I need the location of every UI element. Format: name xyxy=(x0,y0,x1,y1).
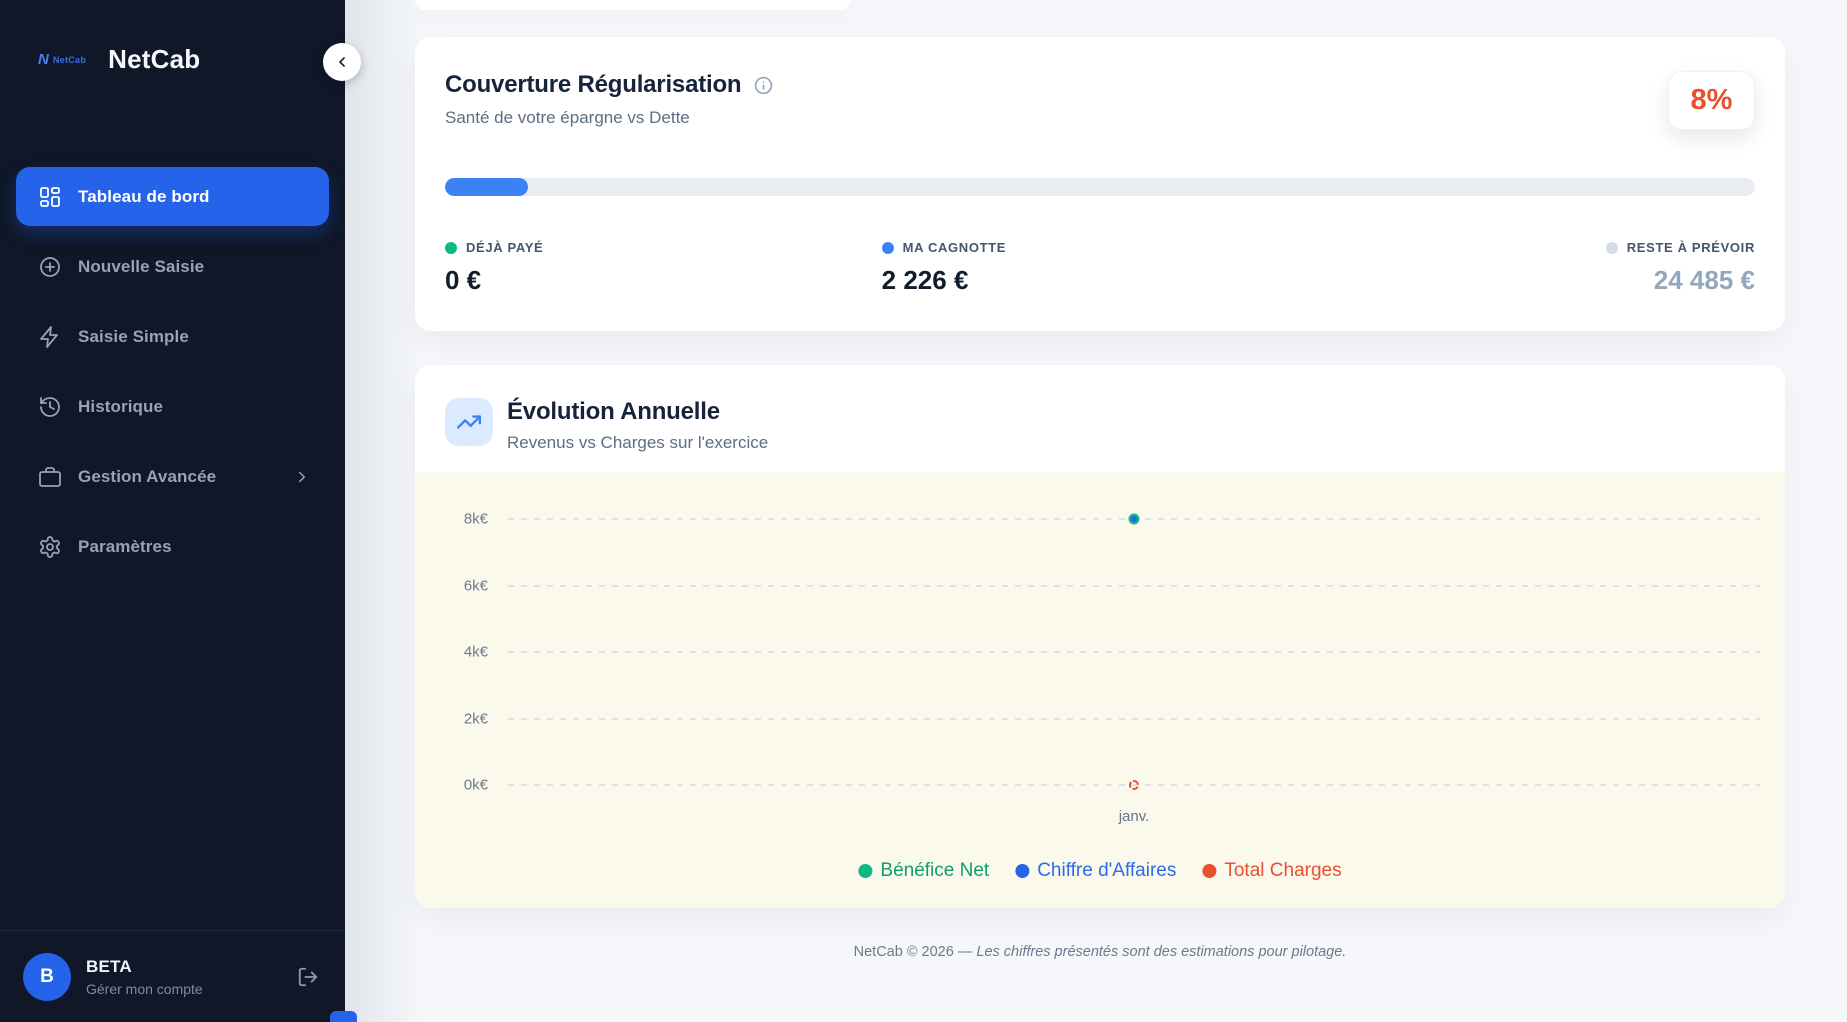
chart-plot: Bénéfice Net Chiffre d'Affaires Total Char… xyxy=(415,472,1785,908)
info-icon[interactable] xyxy=(753,75,774,96)
gridline xyxy=(508,718,1760,720)
sidebar-item-label: Nouvelle Saisie xyxy=(78,257,204,277)
page-title: Couverture Régularisation xyxy=(445,71,741,99)
legend-dot-icon xyxy=(1015,864,1029,878)
sidebar-item-label: Paramètres xyxy=(78,537,172,557)
user-name: BETA xyxy=(86,957,203,977)
gear-icon xyxy=(38,535,62,559)
y-axis-tick-label: 2k€ xyxy=(415,710,488,727)
stat-label: DÉJÀ PAYÉ xyxy=(466,240,543,255)
y-axis-tick-label: 6k€ xyxy=(415,577,488,594)
trending-up-icon xyxy=(445,398,493,446)
main-content: Couverture Régularisation Santé de votre… xyxy=(345,0,1847,1022)
legend-item-total-charges[interactable]: Total Charges xyxy=(1202,860,1341,882)
coverage-card: Couverture Régularisation Santé de votre… xyxy=(415,37,1785,331)
coverage-progress-fill xyxy=(445,178,528,196)
plus-circle-icon xyxy=(38,255,62,279)
sidebar: N NetCab NetCab Tableau de bord Nouvelle … xyxy=(0,0,345,1022)
avatar: B xyxy=(23,953,71,1001)
evolution-title-block: Évolution Annuelle Revenus vs Charges su… xyxy=(507,398,768,472)
stat-value: 2 226 € xyxy=(882,265,1319,296)
coverage-card-subtitle: Santé de votre épargne vs Dette xyxy=(445,108,774,128)
x-axis-label: janv. xyxy=(1119,808,1150,825)
legend-item-benefice-net[interactable]: Bénéfice Net xyxy=(858,860,989,882)
sidebar-item-label: Gestion Avancée xyxy=(78,467,216,487)
gridline xyxy=(508,585,1760,587)
user-text: BETA Gérer mon compte xyxy=(86,957,203,997)
sidebar-item-parametres[interactable]: Paramètres xyxy=(16,517,329,576)
footer-disclaimer: Les chiffres présentés sont des estimati… xyxy=(976,944,1346,960)
sidebar-item-label: Historique xyxy=(78,397,163,417)
sidebar-item-historique[interactable]: Historique xyxy=(16,377,329,436)
stat-block: MA CAGNOTTE 2 226 € xyxy=(882,240,1319,296)
lightning-icon xyxy=(38,325,62,349)
chart-point-total-charges xyxy=(1129,780,1139,790)
sidebar-item-label: Saisie Simple xyxy=(78,327,189,347)
chart-point-chiffre-affaires xyxy=(1131,516,1137,522)
stat-dot-icon xyxy=(882,242,894,254)
stat-value: 24 485 € xyxy=(1606,265,1755,296)
stat-block: DÉJÀ PAYÉ 0 € xyxy=(445,240,882,296)
sidebar-item-nouvelle-saisie[interactable]: Nouvelle Saisie xyxy=(16,237,329,296)
y-axis-tick-label: 4k€ xyxy=(415,644,488,661)
app-root: N NetCab NetCab Tableau de bord Nouvelle … xyxy=(0,0,1847,1022)
legend-item-chiffre-affaires[interactable]: Chiffre d'Affaires xyxy=(1015,860,1176,882)
chart-legend: Bénéfice Net Chiffre d'Affaires Total Char… xyxy=(858,860,1341,882)
netcab-logo-icon: N NetCab xyxy=(38,51,86,68)
scrolled-card-remnant xyxy=(415,0,850,10)
floating-button-peek[interactable] xyxy=(330,1011,357,1022)
stat-label: MA CAGNOTTE xyxy=(903,240,1006,255)
coverage-stats-row: DÉJÀ PAYÉ 0 € MA CAGNOTTE 2 226 € RESTE À PR… xyxy=(445,240,1755,296)
evolution-card: Évolution Annuelle Revenus vs Charges su… xyxy=(415,365,1785,908)
chevron-left-icon xyxy=(334,54,350,70)
evolution-card-header: Évolution Annuelle Revenus vs Charges su… xyxy=(415,365,1785,472)
coverage-percent-badge: 8% xyxy=(1668,71,1755,130)
sidebar-collapse-button[interactable] xyxy=(323,43,361,81)
footer-copyright: NetCab © 2026 — xyxy=(854,944,973,960)
logo-mini-label: NetCab xyxy=(53,55,86,65)
chevron-right-icon xyxy=(293,468,311,486)
user-section: B BETA Gérer mon compte xyxy=(0,930,345,1022)
sidebar-item-gestion-avancee[interactable]: Gestion Avancée xyxy=(16,447,329,506)
brand-title: NetCab xyxy=(108,44,200,75)
evolution-card-title: Évolution Annuelle xyxy=(507,398,768,426)
manage-account-link[interactable]: Gérer mon compte xyxy=(86,981,203,997)
history-clock-icon xyxy=(38,395,62,419)
sidebar-item-saisie-simple[interactable]: Saisie Simple xyxy=(16,307,329,366)
footer-note: NetCab © 2026 — Les chiffres présentés s… xyxy=(415,944,1785,960)
sidebar-nav: Tableau de bord Nouvelle Saisie Saisie Sim… xyxy=(0,167,345,587)
sidebar-item-label: Tableau de bord xyxy=(78,187,210,207)
dashboard-grid-icon xyxy=(38,185,62,209)
coverage-title-block: Couverture Régularisation Santé de votre… xyxy=(445,71,774,128)
y-axis-tick-label: 0k€ xyxy=(415,777,488,794)
stat-value: 0 € xyxy=(445,265,882,296)
coverage-card-title-row: Couverture Régularisation xyxy=(445,71,774,99)
coverage-card-header: Couverture Régularisation Santé de votre… xyxy=(445,71,1755,130)
sidebar-item-tableau-de-bord[interactable]: Tableau de bord xyxy=(16,167,329,226)
brand: N NetCab NetCab xyxy=(0,0,345,75)
legend-dot-icon xyxy=(858,864,872,878)
briefcase-icon xyxy=(38,465,62,489)
gridline xyxy=(508,651,1760,653)
stat-dot-icon xyxy=(1606,242,1618,254)
content-column: Couverture Régularisation Santé de votre… xyxy=(415,0,1785,960)
legend-label: Chiffre d'Affaires xyxy=(1037,860,1176,882)
legend-label: Total Charges xyxy=(1224,860,1341,882)
evolution-card-subtitle: Revenus vs Charges sur l'exercice xyxy=(507,433,768,453)
legend-label: Bénéfice Net xyxy=(880,860,989,882)
logout-icon[interactable] xyxy=(297,966,319,988)
coverage-progress-bar xyxy=(445,178,1755,196)
stat-label: RESTE À PRÉVOIR xyxy=(1627,240,1755,255)
logo-letter: N xyxy=(38,51,49,68)
legend-dot-icon xyxy=(1202,864,1216,878)
stat-block: RESTE À PRÉVOIR 24 485 € xyxy=(1606,240,1755,296)
y-axis-tick-label: 8k€ xyxy=(415,511,488,528)
stat-dot-icon xyxy=(445,242,457,254)
